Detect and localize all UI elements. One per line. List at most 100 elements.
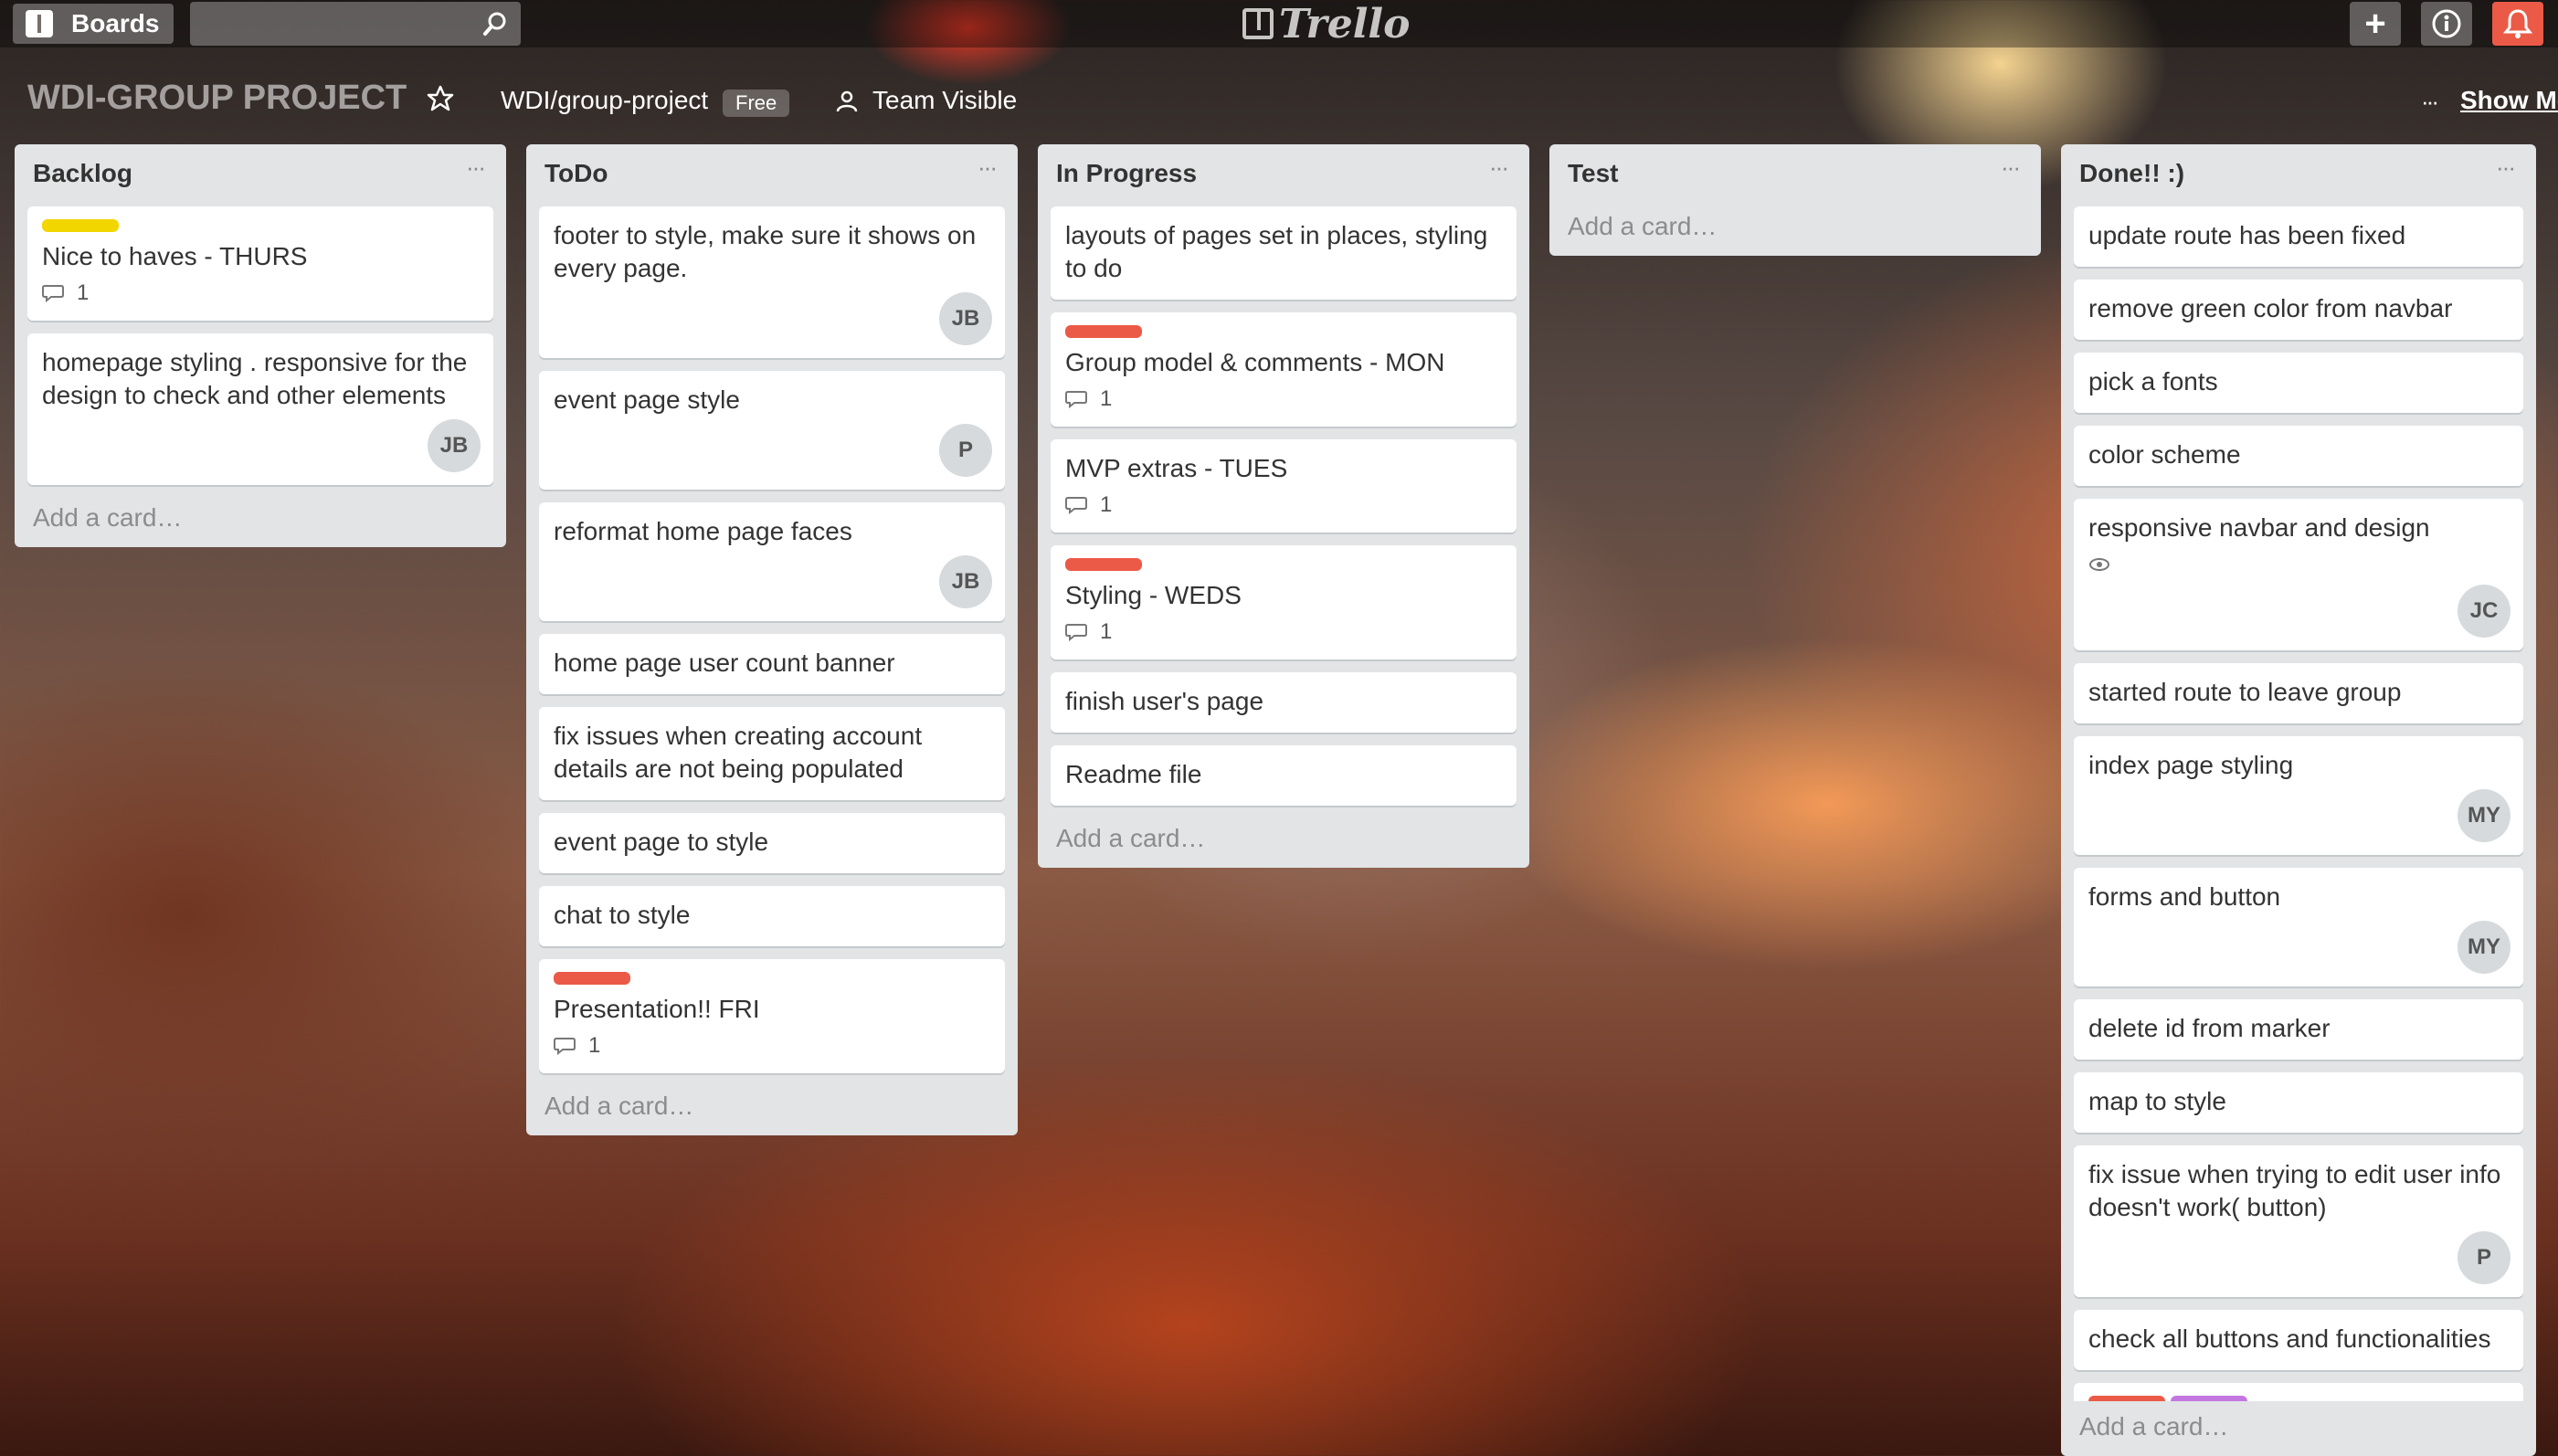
trello-logo[interactable]: Trello [1242,0,1411,47]
star-icon[interactable] [426,84,455,113]
list-in-progress: In Progress ··· layouts of pages set in pl… [1038,144,1529,868]
logo-text: Trello [1279,0,1411,47]
card[interactable]: MVP extras - TUES 1 [1051,439,1517,533]
comment-count: 1 [1100,619,1113,644]
card[interactable]: map to style [2074,1072,2523,1133]
card[interactable]: check all buttons and functionalities [2074,1310,2523,1370]
comment-badge: 1 [42,280,479,306]
card[interactable]: reformat home page faces JB [539,502,1005,621]
card-title: fix issues when creating account details… [554,722,923,783]
eye-icon [2089,558,2109,571]
card[interactable]: fix issues when creating account details… [539,707,1005,800]
card-labels [1065,558,1502,579]
card-title: update route has been fixed [2088,221,2406,249]
card[interactable]: fix issue when trying to edit user info … [2074,1145,2523,1297]
list-header: Done!! :) ··· [2074,144,2523,206]
comment-count: 1 [77,280,90,305]
member-avatar[interactable]: P [2458,1231,2510,1284]
card[interactable]: Presentation!! FRI 1 [539,959,1005,1073]
list-title[interactable]: Backlog [33,159,132,188]
boards-button[interactable]: Boards [13,4,174,44]
add-card-link[interactable]: Add a card… [1051,818,1517,868]
add-card-link[interactable]: Add a card… [539,1086,1005,1135]
member-avatar[interactable]: MY [2458,789,2510,842]
member-avatar[interactable]: MY [2458,921,2510,974]
list-title[interactable]: Test [1568,159,1619,188]
comment-icon [554,1038,576,1055]
member-avatar[interactable]: JB [939,555,992,608]
card-title: map to style [2088,1087,2226,1115]
notifications-button[interactable] [2492,2,2543,46]
card[interactable]: home page user count banner [539,634,1005,694]
member-avatar[interactable]: P [939,424,992,477]
list-menu-icon[interactable]: ··· [978,153,998,182]
card-title: event page to style [554,828,769,856]
list-title[interactable]: ToDo [544,159,608,188]
more-dots-icon[interactable]: ··· [2421,88,2439,116]
card[interactable]: Nice to haves - THURS 1 [27,206,493,321]
card[interactable]: event page style P [539,371,1005,490]
add-card-link[interactable]: Add a card… [1562,206,2028,256]
card-title: index page styling [2088,751,2294,779]
show-menu-link[interactable]: Show Me [2460,86,2558,115]
add-card-link[interactable]: Add a card… [2074,1401,2523,1456]
card[interactable]: Readme file [1051,745,1517,806]
info-icon [2432,9,2461,38]
list-menu-icon[interactable]: ··· [1489,153,1509,182]
card[interactable]: started route to leave group [2074,663,2523,723]
card[interactable]: index page styling MY [2074,736,2523,855]
add-card-link[interactable]: Add a card… [27,498,493,547]
list-menu-icon[interactable]: ··· [2496,153,2516,182]
top-header: Boards Trello + [0,0,2558,47]
card-labels [42,219,479,240]
card[interactable]: update route has been fixed [2074,206,2523,267]
board-title[interactable]: WDI-GROUP PROJECT [27,79,407,118]
info-button[interactable] [2421,2,2472,46]
team-visibility[interactable]: Team Visible [872,86,1017,115]
team-visibility-icon[interactable] [835,90,859,113]
search-input[interactable] [190,2,490,46]
card-labels [554,972,990,993]
card[interactable]: Group model & comments - MON 1 [1051,312,1517,427]
card-title: Group model & comments - MON [1065,348,1445,376]
list-title[interactable]: Done!! :) [2079,159,2184,188]
boards-icon [26,10,53,37]
card[interactable]: chat to style [539,886,1005,946]
card-title: chat to style [554,901,691,929]
card-title: home page user count banner [554,649,895,677]
member-avatar[interactable]: JB [939,292,992,345]
card-labels [1065,325,1502,346]
card[interactable]: event page to style [539,813,1005,873]
comment-icon [1065,391,1087,408]
card[interactable]: delete id from marker [2074,999,2523,1060]
search-box[interactable] [190,2,521,46]
card-title: forms and button [2088,882,2281,911]
plan-badge: Free [723,90,790,117]
card[interactable]: homepage styling . responsive for the de… [27,333,493,485]
org-name[interactable]: WDI/group-project [501,86,708,115]
card[interactable]: responsive navbar and design JC [2074,499,2523,650]
card[interactable]: remove green color from navbar [2074,280,2523,340]
list-header: ToDo ··· [539,144,1005,206]
list-menu-icon[interactable]: ··· [466,153,486,182]
card-title: layouts of pages set in places, styling … [1065,221,1488,282]
card-title: responsive navbar and design [2088,513,2430,542]
list-backlog: Backlog ··· Nice to haves - THURS 1 homepage… [15,144,506,547]
member-avatar[interactable]: JC [2458,585,2510,638]
list-menu-icon[interactable]: ··· [2001,153,2021,182]
card[interactable]: layouts of pages set in places, styling … [1051,206,1517,300]
list-header: Test ··· [1562,144,2028,206]
comment-icon [1065,497,1087,514]
card[interactable]: pick a fonts [2074,353,2523,413]
card[interactable]: footer to style, make sure it shows on e… [539,206,1005,358]
search-icon[interactable] [482,11,508,37]
card[interactable]: Styling - WEDS 1 [1051,545,1517,659]
list-title[interactable]: In Progress [1056,159,1197,188]
add-button[interactable]: + [2350,2,2401,46]
card[interactable]: forms and button MY [2074,868,2523,986]
card-title: pick a fonts [2088,367,2218,396]
card[interactable]: finish user's page [1051,672,1517,733]
member-avatar[interactable]: JB [428,419,481,472]
card[interactable]: color scheme [2074,426,2523,486]
bell-icon [2503,9,2532,38]
